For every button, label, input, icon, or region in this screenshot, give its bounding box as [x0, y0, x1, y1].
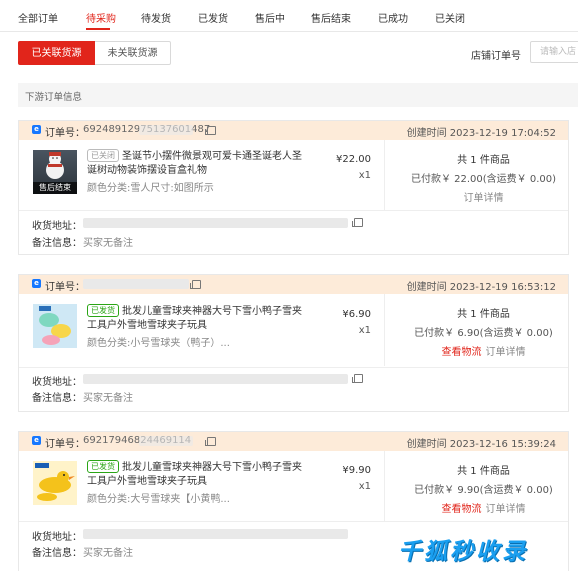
product-thumbnail[interactable] — [33, 461, 77, 505]
redacted-order-no — [139, 125, 193, 135]
redacted-address — [83, 529, 348, 539]
quantity: x1 — [358, 481, 371, 492]
address-label: 收货地址： — [32, 377, 82, 388]
remark-value: 买家无备注 — [83, 548, 133, 559]
status-badge: 已发货 — [87, 304, 119, 317]
tab-pending-purchase[interactable]: 待采购 — [86, 10, 116, 25]
section-header: 下游订单信息 — [18, 83, 578, 107]
tab-pending-shipment[interactable]: 待发货 — [141, 10, 171, 25]
product-spec: 颜色分类:小号雪球夹（鸭子）... — [87, 338, 230, 349]
order-no-label: 订单号： — [45, 282, 85, 293]
order-no-label: 订单号： — [45, 439, 85, 450]
product-title[interactable]: 已发货 批发儿童雪球夹神器大号下雪小鸭子雪夹工具户外雪地雪球夹子玩具 — [87, 304, 307, 333]
copy-icon[interactable] — [352, 218, 363, 227]
tab-shipped[interactable]: 已发货 — [198, 10, 228, 25]
linked-source-button[interactable]: 已关联货源 — [18, 41, 95, 65]
remark-label: 备注信息： — [32, 548, 82, 559]
status-badge: 已发货 — [87, 460, 119, 473]
quantity: x1 — [358, 170, 371, 181]
tab-closed[interactable]: 已关闭 — [435, 10, 465, 25]
redacted-address — [83, 374, 348, 384]
unit-price: ¥9.90 — [342, 465, 371, 476]
product-title[interactable]: 已关闭 圣诞节小摆件微景观可爱卡通圣诞老人圣诞树动物装饰摆设盲盒礼物 — [87, 149, 307, 178]
view-logistics-link[interactable]: 查看物流 — [442, 504, 482, 515]
divider — [19, 521, 568, 522]
created-time: 创建时间 2023-12-16 15:39:24 — [406, 439, 556, 450]
section-title: 下游订单信息 — [25, 92, 83, 103]
copy-icon[interactable] — [352, 374, 363, 383]
order-header: e 订单号： 创建时间 2023-12-19 16:53:12 — [19, 275, 568, 294]
divider — [19, 367, 568, 368]
view-logistics-link[interactable]: 查看物流 — [442, 347, 482, 358]
divider — [384, 451, 385, 521]
remark-label: 备注信息： — [32, 238, 82, 249]
paid-amount: 已付款￥ 9.90(含运费￥ 0.00) — [414, 485, 553, 496]
item-count: 共 1 件商品 — [457, 466, 510, 477]
unit-price: ¥22.00 — [336, 154, 371, 165]
unit-price: ¥6.90 — [342, 309, 371, 320]
product-spec: 颜色分类:大号雪球夹【小黄鸭... — [87, 494, 230, 505]
shop-icon: e — [32, 125, 41, 134]
divider — [384, 294, 385, 366]
tab-after-sale[interactable]: 售后中 — [255, 10, 285, 25]
remark-value: 买家无备注 — [83, 393, 133, 404]
shop-order-input[interactable]: 请输入店 — [530, 41, 578, 63]
created-time: 创建时间 2023-12-19 17:04:52 — [406, 128, 556, 139]
address-label: 收货地址： — [32, 221, 82, 232]
order-detail-link[interactable]: 订单详情 — [464, 193, 504, 204]
redacted-address — [83, 218, 348, 228]
order-card: e 订单号： 69248912975137601487 创建时间 2023-12… — [18, 120, 569, 255]
remark-label: 备注信息： — [32, 393, 82, 404]
order-detail-link[interactable]: 订单详情 — [486, 347, 526, 358]
snowball-clip-image — [39, 306, 71, 345]
order-summary: 共 1 件商品 已付款￥ 9.90(含运费￥ 0.00) 查看物流 订单详情 — [399, 462, 568, 515]
shop-order-label: 店铺订单号 — [471, 51, 521, 62]
product-title-text: 圣诞节小摆件微景观可爱卡通圣诞老人圣诞树动物装饰摆设盲盒礼物 — [87, 151, 302, 176]
after-sale-tag: 售后结束 — [33, 182, 77, 194]
order-summary: 共 1 件商品 已付款￥ 22.00(含运费￥ 0.00) 订单详情 — [399, 151, 568, 204]
divider — [384, 140, 385, 210]
order-no-label: 订单号： — [45, 128, 85, 139]
order-detail-link[interactable]: 订单详情 — [486, 504, 526, 515]
divider — [19, 210, 568, 211]
item-count: 共 1 件商品 — [457, 155, 510, 166]
product-spec: 颜色分类:雪人尺寸:如图所示 — [87, 183, 214, 194]
duck-snowball-clip-image — [35, 463, 75, 501]
copy-icon[interactable] — [205, 126, 216, 135]
item-count: 共 1 件商品 — [457, 309, 510, 320]
order-summary: 共 1 件商品 已付款￥ 6.90(含运费￥ 0.00) 查看物流 订单详情 — [399, 305, 568, 358]
order-header: e 订单号： 69217946824469114 创建时间 2023-12-16… — [19, 432, 568, 451]
copy-icon[interactable] — [205, 437, 216, 446]
unlinked-source-button[interactable]: 未关联货源 — [95, 41, 171, 65]
paid-amount: 已付款￥ 22.00(含运费￥ 0.00) — [410, 174, 557, 185]
product-title[interactable]: 已发货 批发儿童雪球夹神器大号下雪小鸭子雪夹工具户外雪地雪球夹子玩具 — [87, 460, 307, 489]
shop-icon: e — [32, 279, 41, 288]
tab-after-sale-ended[interactable]: 售后结束 — [311, 10, 351, 25]
watermark-logo: 千狐秒收录 — [398, 539, 528, 565]
product-thumbnail[interactable] — [33, 304, 77, 348]
created-time: 创建时间 2023-12-19 16:53:12 — [406, 282, 556, 293]
shop-icon: e — [32, 436, 41, 445]
active-tab-indicator — [86, 28, 110, 30]
order-status-tabs: 全部订单 待采购 待发货 已发货 售后中 售后结束 已成功 已关闭 — [0, 0, 578, 32]
order-header: e 订单号： 69248912975137601487 创建时间 2023-12… — [19, 121, 568, 140]
redacted-order-no — [83, 279, 189, 289]
product-title-text: 批发儿童雪球夹神器大号下雪小鸭子雪夹工具户外雪地雪球夹子玩具 — [87, 306, 302, 331]
remark-value: 买家无备注 — [83, 238, 133, 249]
product-title-text: 批发儿童雪球夹神器大号下雪小鸭子雪夹工具户外雪地雪球夹子玩具 — [87, 462, 302, 487]
address-label: 收货地址： — [32, 532, 82, 543]
copy-icon[interactable] — [190, 280, 201, 289]
redacted-order-no — [139, 436, 193, 446]
product-thumbnail[interactable]: 售后结束 — [33, 150, 77, 194]
tab-succeeded[interactable]: 已成功 — [378, 10, 408, 25]
status-badge: 已关闭 — [87, 149, 119, 162]
quantity: x1 — [358, 325, 371, 336]
tab-all-orders[interactable]: 全部订单 — [18, 10, 58, 25]
paid-amount: 已付款￥ 6.90(含运费￥ 0.00) — [414, 328, 553, 339]
order-card: e 订单号： 创建时间 2023-12-19 16:53:12 已发货 批发儿童雪… — [18, 274, 569, 412]
